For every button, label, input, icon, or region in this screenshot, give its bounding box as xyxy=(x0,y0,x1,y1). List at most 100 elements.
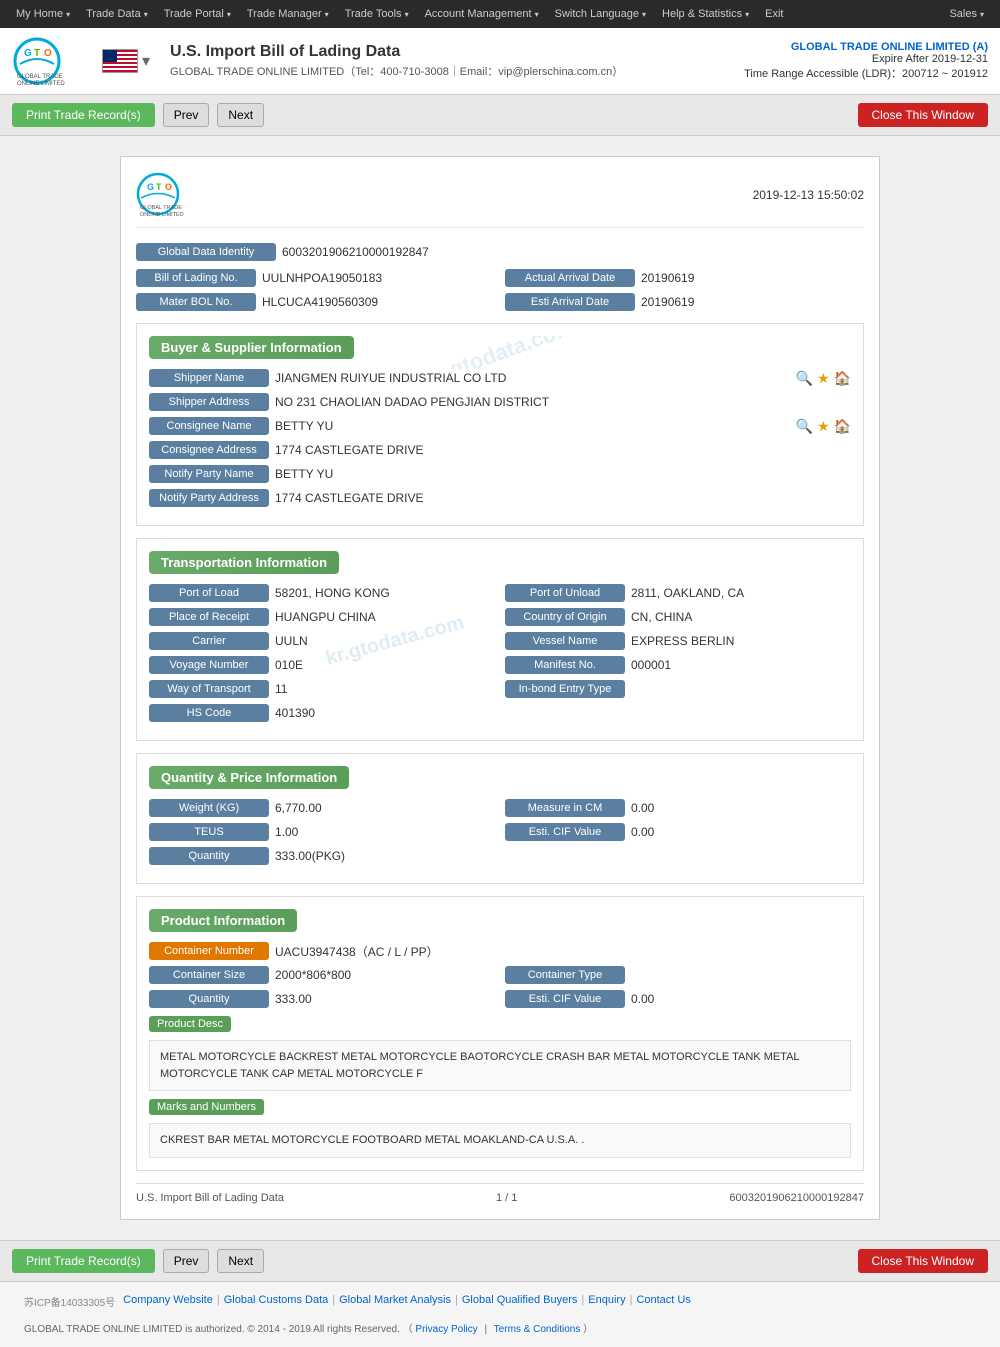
buyer-supplier-section: Buyer & Supplier Information kr.gtodata.… xyxy=(136,323,864,526)
shipper-icons: 🔍 ★ 🏠 xyxy=(796,370,851,387)
nav-my-home[interactable]: My Home ▾ xyxy=(8,8,78,20)
esti-cif-value: 0.00 xyxy=(631,825,851,839)
consignee-name-row: Consignee Name BETTY YU 🔍 ★ 🏠 xyxy=(149,417,851,435)
transportation-section: Transportation Information Port of Load … xyxy=(136,538,864,741)
watermark: kr.gtodata.com xyxy=(422,336,578,369)
footer-terms-link[interactable]: Terms & Conditions xyxy=(494,1324,581,1335)
doc-header: G T O GLOBAL TRADE ONLINE LIMITED 2019-1… xyxy=(136,172,864,228)
svg-text:GLOBAL TRADE: GLOBAL TRADE xyxy=(140,205,182,211)
container-number-value: UACU3947438（AC / L / PP） xyxy=(275,943,851,960)
port-load-value: 58201, HONG KONG xyxy=(275,586,495,600)
next-button-top[interactable]: Next xyxy=(217,103,264,127)
mater-bol-label: Mater BOL No. xyxy=(136,293,256,311)
transport-inbond-row: Way of Transport 11 In-bond Entry Type xyxy=(149,680,851,698)
footer-link-buyers[interactable]: Global Qualified Buyers xyxy=(462,1294,578,1306)
consignee-name-value: BETTY YU xyxy=(275,419,790,433)
place-receipt-label: Place of Receipt xyxy=(149,608,269,626)
nav-account-management[interactable]: Account Management ▾ xyxy=(417,8,547,20)
prev-button-top[interactable]: Prev xyxy=(163,103,210,127)
container-type-label: Container Type xyxy=(505,966,625,984)
actual-arrival-pair: Actual Arrival Date 20190619 xyxy=(505,269,864,287)
container-number-label: Container Number xyxy=(149,942,269,960)
nav-trade-manager[interactable]: Trade Manager ▾ xyxy=(239,8,337,20)
close-button-top[interactable]: Close This Window xyxy=(858,103,988,127)
product-esti-cif-value: 0.00 xyxy=(631,992,851,1006)
manifest-no-label: Manifest No. xyxy=(505,656,625,674)
footer-link-customs[interactable]: Global Customs Data xyxy=(224,1294,329,1306)
gto-logo: G T O GLOBAL TRADE ONLINE LIMITED xyxy=(12,36,92,86)
header-title-area: U.S. Import Bill of Lading Data GLOBAL T… xyxy=(160,43,744,79)
actual-arrival-label: Actual Arrival Date xyxy=(505,269,635,287)
prev-button-bottom[interactable]: Prev xyxy=(163,1249,210,1273)
teus-label: TEUS xyxy=(149,823,269,841)
svg-text:O: O xyxy=(165,182,172,192)
quantity-value: 333.00(PKG) xyxy=(275,849,851,863)
country-origin-label: Country of Origin xyxy=(505,608,625,626)
footer-privacy-link[interactable]: Privacy Policy xyxy=(415,1324,477,1335)
doc-footer-middle: 1 / 1 xyxy=(496,1192,517,1204)
footer-top-row: 苏ICP备14033305号 Company Website | Global … xyxy=(12,1288,988,1316)
footer-link-contact[interactable]: Contact Us xyxy=(636,1294,690,1306)
consignee-search-icon[interactable]: 🔍 xyxy=(796,418,813,435)
bol-row: Bill of Lading No. UULNHPOA19050183 Actu… xyxy=(136,269,864,287)
consignee-home-icon[interactable]: 🏠 xyxy=(834,418,851,435)
voyage-manifest-row: Voyage Number 010E Manifest No. 000001 xyxy=(149,656,851,674)
star-icon[interactable]: ★ xyxy=(817,370,830,387)
nav-sales[interactable]: Sales ▾ xyxy=(941,8,992,20)
footer-copyright: GLOBAL TRADE ONLINE LIMITED is authorize… xyxy=(24,1324,593,1335)
shipper-address-value: NO 231 CHAOLIAN DADAO PENGJIAN DISTRICT xyxy=(275,395,851,409)
print-button-bottom[interactable]: Print Trade Record(s) xyxy=(12,1249,155,1273)
consignee-address-row: Consignee Address 1774 CASTLEGATE DRIVE xyxy=(149,441,851,459)
voyage-number-value: 010E xyxy=(275,658,495,672)
manifest-no-value: 000001 xyxy=(631,658,851,672)
nav-switch-language[interactable]: Switch Language ▾ xyxy=(547,8,654,20)
nav-trade-data[interactable]: Trade Data ▾ xyxy=(78,8,156,20)
port-unload-label: Port of Unload xyxy=(505,584,625,602)
shipper-name-value: JIANGMEN RUIYUE INDUSTRIAL CO LTD xyxy=(275,371,790,385)
marks-numbers-area: Marks and Numbers CKREST BAR METAL MOTOR… xyxy=(149,1099,851,1158)
carrier-vessel-row: Carrier UULN Vessel Name EXPRESS BERLIN … xyxy=(149,632,851,650)
nav-help-statistics[interactable]: Help & Statistics ▾ xyxy=(654,8,757,20)
shipper-name-row: Shipper Name JIANGMEN RUIYUE INDUSTRIAL … xyxy=(149,369,851,387)
vessel-name-label: Vessel Name xyxy=(505,632,625,650)
marks-numbers-label: Marks and Numbers xyxy=(149,1099,264,1115)
nav-trade-portal[interactable]: Trade Portal ▾ xyxy=(156,8,239,20)
nav-trade-tools[interactable]: Trade Tools ▾ xyxy=(337,8,417,20)
header-right-info: GLOBAL TRADE ONLINE LIMITED (A) Expire A… xyxy=(744,41,988,81)
action-bar-bottom: Print Trade Record(s) Prev Next Close Th… xyxy=(0,1240,1000,1281)
mater-bol-value: HLCUCA4190560309 xyxy=(262,295,495,309)
action-bar-top: Print Trade Record(s) Prev Next Close Th… xyxy=(0,95,1000,136)
esti-cif-label: Esti. CIF Value xyxy=(505,823,625,841)
inbond-entry-label: In-bond Entry Type xyxy=(505,680,625,698)
next-button-bottom[interactable]: Next xyxy=(217,1249,264,1273)
home-icon[interactable]: 🏠 xyxy=(834,370,851,387)
notify-party-name-row: Notify Party Name BETTY YU xyxy=(149,465,851,483)
footer-link-market[interactable]: Global Market Analysis xyxy=(339,1294,451,1306)
expire-date: Expire After 2019-12-31 xyxy=(744,53,988,65)
product-information-section: Product Information Container Number UAC… xyxy=(136,896,864,1171)
doc-footer-right: 6003201906210000192847 xyxy=(729,1192,864,1204)
product-qty-cif-row: Quantity 333.00 Esti. CIF Value 0.00 xyxy=(149,990,851,1008)
footer-link-enquiry[interactable]: Enquiry xyxy=(588,1294,625,1306)
place-receipt-value: HUANGPU CHINA xyxy=(275,610,495,624)
close-button-bottom[interactable]: Close This Window xyxy=(858,1249,988,1273)
marks-numbers-value: CKREST BAR METAL MOTORCYCLE FOOTBOARD ME… xyxy=(149,1123,851,1158)
document-card: G T O GLOBAL TRADE ONLINE LIMITED 2019-1… xyxy=(120,156,880,1220)
container-number-row: Container Number UACU3947438（AC / L / PP… xyxy=(149,942,851,960)
header-subtitle: GLOBAL TRADE ONLINE LIMITED（Tel：400-710-… xyxy=(170,63,744,79)
carrier-label: Carrier xyxy=(149,632,269,650)
transportation-title: Transportation Information xyxy=(149,551,339,574)
country-origin-value: CN, CHINA xyxy=(631,610,851,624)
footer-link-company[interactable]: Company Website xyxy=(123,1294,213,1306)
weight-kg-label: Weight (KG) xyxy=(149,799,269,817)
product-desc-label: Product Desc xyxy=(149,1016,231,1032)
quantity-price-section: Quantity & Price Information Weight (KG)… xyxy=(136,753,864,884)
consignee-name-label: Consignee Name xyxy=(149,417,269,435)
consignee-star-icon[interactable]: ★ xyxy=(817,418,830,435)
carrier-value: UULN xyxy=(275,634,495,648)
search-icon[interactable]: 🔍 xyxy=(796,370,813,387)
way-transport-value: 11 xyxy=(275,682,495,696)
print-button-top[interactable]: Print Trade Record(s) xyxy=(12,103,155,127)
bol-no-label: Bill of Lading No. xyxy=(136,269,256,287)
nav-exit[interactable]: Exit xyxy=(757,8,791,20)
